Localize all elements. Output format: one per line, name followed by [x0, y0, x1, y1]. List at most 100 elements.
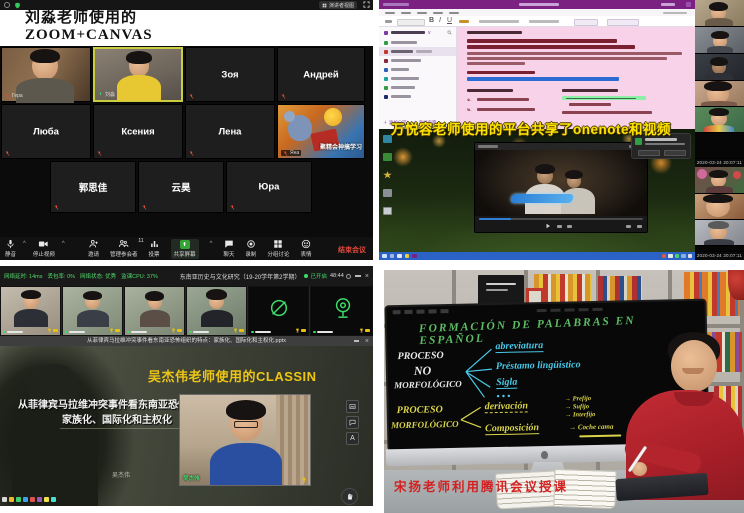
polls-button[interactable]: 投票	[149, 239, 160, 258]
chat-icon[interactable]	[346, 416, 359, 429]
volume-icon[interactable]	[626, 225, 631, 228]
section-item[interactable]	[379, 83, 456, 92]
tray-icon[interactable]	[662, 254, 667, 259]
video-tile-guosijia[interactable]: 郭思佳	[50, 161, 136, 213]
video-tile-cartoon[interactable]: 聚精会神搞学习 Яна	[277, 104, 365, 159]
video-tile-andrey[interactable]: Андрей	[277, 47, 365, 102]
notebook-name-placeholder[interactable]	[391, 31, 425, 34]
reactions-button[interactable]: 表情	[300, 239, 311, 258]
chevron-up-icon[interactable]: ^	[62, 239, 65, 249]
classin-video-tile[interactable]	[0, 286, 61, 336]
shape-tool[interactable]	[23, 497, 28, 502]
tab-view[interactable]	[449, 12, 459, 15]
laser-tool[interactable]	[37, 497, 42, 502]
minimize-icon[interactable]	[355, 275, 361, 277]
stop-icon[interactable]	[567, 225, 572, 228]
settings-icon[interactable]	[346, 274, 351, 279]
chevron-up-icon[interactable]: ^	[210, 239, 213, 249]
video-tile-lena[interactable]: Лена	[185, 104, 275, 159]
classin-video-tile[interactable]	[62, 286, 123, 336]
toast-button[interactable]	[638, 150, 660, 156]
minimize-icon[interactable]	[661, 3, 675, 6]
raise-hand-button[interactable]	[341, 488, 358, 505]
classin-webcam-tile[interactable]	[310, 286, 373, 336]
tray-icon[interactable]	[675, 254, 680, 259]
participant-video[interactable]	[695, 220, 744, 246]
highlight-icon[interactable]	[459, 20, 469, 23]
start-button[interactable]	[382, 254, 387, 259]
record-button[interactable]: 录制	[245, 239, 256, 258]
close-icon[interactable]: ×	[365, 273, 369, 280]
breakout-rooms-button[interactable]: 分组讨论	[267, 239, 289, 258]
mute-button[interactable]: 静音	[5, 239, 16, 258]
section-item[interactable]	[379, 38, 456, 47]
taskbar-app-icon[interactable]	[412, 254, 417, 259]
desktop-icon[interactable]	[383, 189, 392, 197]
clock-area[interactable]	[688, 254, 693, 259]
tab-file[interactable]	[385, 12, 395, 15]
participant-video[interactable]	[695, 194, 744, 220]
onenote-page[interactable]: ๑. ๒.	[457, 27, 695, 129]
share-screen-button[interactable]: 共享屏幕	[171, 239, 199, 259]
video-player-window[interactable]	[474, 142, 648, 233]
video-tile-zoya[interactable]: Зоя	[185, 47, 275, 102]
tab-draw[interactable]	[433, 12, 443, 15]
invite-button[interactable]: 邀请	[88, 239, 99, 258]
video-tile-ksenia[interactable]: Ксения	[93, 104, 183, 159]
section-item[interactable]	[379, 92, 456, 101]
fullscreen-icon[interactable]	[363, 1, 370, 8]
toast-button[interactable]	[664, 150, 686, 156]
section-item-selected[interactable]	[379, 47, 456, 56]
close-icon[interactable]	[686, 2, 691, 7]
classin-video-tile[interactable]	[186, 286, 247, 336]
screenshot-icon[interactable]	[346, 400, 359, 413]
desktop-icon-star[interactable]	[383, 171, 392, 179]
chevron-up-icon[interactable]: ^	[23, 239, 26, 249]
taskbar-app-icon[interactable]	[397, 254, 402, 259]
video-tile-lyuba[interactable]: Люба	[1, 104, 91, 159]
speaker-view-button[interactable]: 演讲者视图	[319, 1, 357, 9]
classin-camera-off-tile[interactable]	[248, 286, 309, 336]
settings-icon[interactable]	[4, 2, 10, 8]
pause-icon[interactable]	[557, 225, 562, 228]
font-select[interactable]	[397, 19, 425, 26]
fullscreen-icon[interactable]	[637, 225, 642, 228]
more-tools[interactable]	[51, 497, 56, 502]
desktop-icon[interactable]	[383, 153, 392, 161]
search-icon[interactable]	[390, 254, 395, 259]
ppt-window-title-bar[interactable]: 从菲律宾马拉维冲突事件看东南亚恐怖组织的特点：家族化、国际化和主权化.pptx …	[0, 336, 373, 346]
participant-video[interactable]	[695, 54, 744, 81]
tray-icon[interactable]	[668, 254, 673, 259]
desktop-icon[interactable]	[383, 207, 392, 215]
tags-dropdown[interactable]	[607, 19, 639, 26]
participant-video[interactable]	[695, 81, 744, 107]
participant-video[interactable]	[695, 167, 744, 194]
pen-tool[interactable]	[9, 497, 14, 502]
stop-video-button[interactable]: 停止视频	[33, 239, 55, 258]
teacher-video-window[interactable]: 吴杰伟	[179, 394, 311, 486]
section-item[interactable]	[379, 65, 456, 74]
reward-tool[interactable]	[44, 497, 49, 502]
video-tile-yunhao[interactable]: 云昊	[138, 161, 224, 213]
cursor-tool[interactable]	[2, 497, 7, 502]
section-item[interactable]	[379, 74, 456, 83]
underline-icon[interactable]: U	[447, 17, 452, 24]
video-tile-gera[interactable]: Гера	[1, 47, 91, 102]
bold-icon[interactable]: B	[429, 17, 434, 24]
chat-button[interactable]: 聊天	[223, 239, 234, 258]
styles-dropdown[interactable]	[574, 19, 598, 26]
tray-icon[interactable]	[681, 254, 686, 259]
undo-icon[interactable]	[385, 20, 392, 23]
tab-insert[interactable]	[417, 12, 427, 15]
section-item[interactable]	[379, 56, 456, 65]
play-icon[interactable]	[545, 223, 551, 229]
tab-home[interactable]	[401, 12, 411, 15]
participant-video[interactable]	[695, 0, 744, 27]
video-tile-yura[interactable]: Юра	[226, 161, 312, 213]
eraser-tool[interactable]	[30, 497, 35, 502]
manage-participants-button[interactable]: 11 管理参会者	[110, 239, 138, 258]
highlighter-tool[interactable]	[16, 497, 21, 502]
minimize-icon[interactable]	[354, 340, 359, 342]
classin-video-tile[interactable]	[124, 286, 185, 336]
italic-icon[interactable]: I	[439, 17, 441, 24]
